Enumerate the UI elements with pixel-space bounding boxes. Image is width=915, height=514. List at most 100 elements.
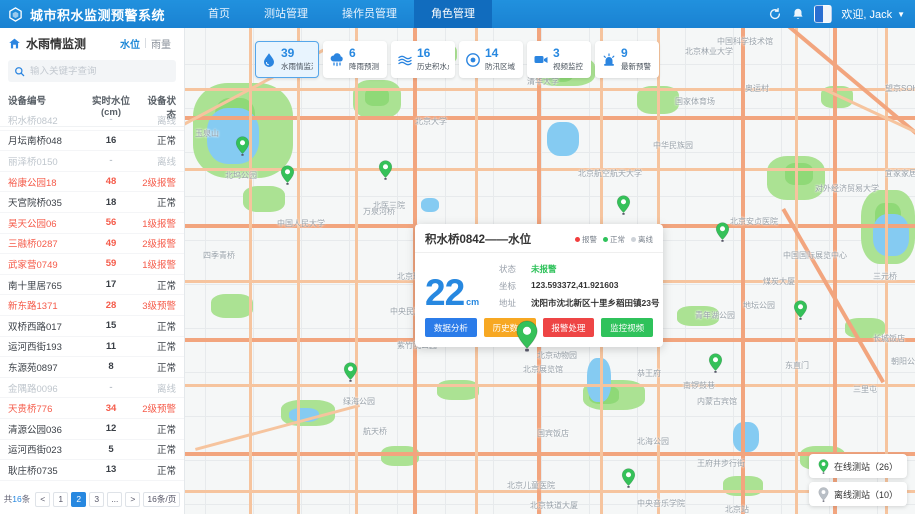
legend-row-label: 离线测站（10）	[834, 488, 898, 501]
station-marker[interactable]	[235, 136, 250, 156]
nav-item-角色管理[interactable]: 角色管理	[414, 0, 492, 28]
map-label: 青年湖公园	[695, 310, 735, 321]
station-marker[interactable]	[616, 195, 631, 215]
chevron-down-icon[interactable]: ▼	[897, 10, 905, 19]
popup-button-报警处理[interactable]: 报警处理	[543, 318, 595, 337]
map-label: 煤炭大厦	[763, 276, 795, 287]
map-label: 航天桥	[363, 426, 387, 437]
station-marker[interactable]	[280, 165, 295, 185]
station-marker[interactable]	[515, 320, 539, 352]
popup-field-坐标: 坐标123.593372,41.921603	[499, 280, 659, 292]
page-size-select[interactable]: 16条/页	[143, 492, 180, 507]
device-name: 天贵桥776	[8, 401, 82, 415]
station-marker[interactable]	[715, 222, 730, 242]
main-nav: 首页测站管理操作员管理角色管理	[191, 0, 492, 28]
water-drop-icon	[261, 52, 277, 68]
map-label: 北京动物园	[537, 350, 577, 361]
table-row[interactable]: 南十里居76517正常	[0, 275, 184, 296]
table-row[interactable]: 武家营0749591级报警	[0, 254, 184, 275]
refresh-icon[interactable]	[768, 7, 782, 21]
field-value: 沈阳市沈北新区十里乡稻田镇23号	[531, 297, 659, 309]
table-row[interactable]: 耿庄桥073513正常	[0, 460, 184, 481]
page-button-2[interactable]: 2	[71, 492, 86, 507]
nav-item-测站管理[interactable]: 测站管理	[247, 0, 325, 28]
sidebar-tabs: 水位 雨量	[115, 36, 176, 51]
stat-value: 16	[417, 47, 449, 61]
device-value: 15	[82, 320, 140, 331]
bell-icon[interactable]	[791, 7, 805, 21]
station-marker[interactable]	[343, 362, 358, 382]
table-row[interactable]: 月坛南桥04816正常	[0, 131, 184, 152]
table-row[interactable]: 裕康公园18482级报警	[0, 172, 184, 193]
stat-card-最新预警[interactable]: 9最新预警	[595, 41, 659, 78]
table-row[interactable]: 三融桥0287492级报警	[0, 234, 184, 255]
user-avatar[interactable]	[814, 5, 832, 23]
nav-item-首页[interactable]: 首页	[191, 0, 247, 28]
table-row[interactable]: 天贵桥776342级预警	[0, 398, 184, 419]
app-logo-icon	[8, 7, 23, 22]
next-page-button[interactable]: >	[125, 492, 140, 507]
stat-texts: 3视频监控	[553, 47, 583, 72]
field-value: 未报警	[531, 263, 557, 275]
table-row[interactable]: 新东路1371283级预警	[0, 295, 184, 316]
map-road	[741, 28, 745, 514]
table-row[interactable]: 昊天公园06561级报警	[0, 213, 184, 234]
legend-row-离线测站（10）[interactable]: 离线测站（10）	[809, 482, 907, 506]
page-button-1[interactable]: 1	[53, 492, 68, 507]
station-marker[interactable]	[621, 468, 636, 488]
device-value: 56	[82, 217, 140, 228]
stat-card-视频监控[interactable]: 3视频监控	[527, 41, 591, 78]
popup-fields: 状态未报警坐标123.593372,41.921603地址沈阳市沈北新区十里乡稻…	[499, 261, 659, 309]
device-status: 3级预警	[140, 298, 176, 312]
nav-item-操作员管理[interactable]: 操作员管理	[325, 0, 414, 28]
map-label: 中国人民大学	[277, 218, 325, 229]
table-row[interactable]: 清源公园03612正常	[0, 419, 184, 440]
stat-card-水雨情监测[interactable]: 39水雨情监测	[255, 41, 319, 78]
topbar-right: 欢迎, Jack ▼	[768, 5, 905, 23]
popup-button-数据分析[interactable]: 数据分析	[425, 318, 477, 337]
station-marker[interactable]	[708, 353, 723, 373]
map-label: 地坛公园	[743, 300, 775, 311]
stat-card-历史积水点[interactable]: 16历史积水点	[391, 41, 455, 78]
device-value: 17	[82, 279, 140, 290]
prev-page-button[interactable]: <	[35, 492, 50, 507]
map-label: 东直门	[785, 360, 809, 371]
map-label: 四季青桥	[203, 250, 235, 261]
legend-row-在线测站（26）[interactable]: 在线测站（26）	[809, 454, 907, 478]
device-status: 1级报警	[140, 216, 176, 230]
table-row[interactable]: 丽泽桥0150-离线	[0, 151, 184, 172]
page-ellipsis[interactable]: ...	[107, 492, 122, 507]
tab-rainfall[interactable]: 雨量	[146, 36, 176, 51]
device-status: 正常	[140, 133, 176, 147]
popup-field-地址: 地址沈阳市沈北新区十里乡稻田镇23号	[499, 297, 659, 309]
device-status: 正常	[140, 319, 176, 333]
device-status: 正常	[140, 463, 176, 477]
stat-card-降雨预测[interactable]: 6降雨预测	[323, 41, 387, 78]
tab-water-level[interactable]: 水位	[115, 36, 145, 51]
stats-bar: 39水雨情监测 6降雨预测16历史积水点 14防汛区域 3视频监控 9最新预警	[255, 41, 659, 78]
page-button-3[interactable]: 3	[89, 492, 104, 507]
table-row[interactable]: 双桥西路01715正常	[0, 316, 184, 337]
popup-button-监控视频[interactable]: 监控视频	[601, 318, 653, 337]
legend-dot	[575, 237, 580, 242]
table-row[interactable]: 天宫院桥03518正常	[0, 192, 184, 213]
map-park	[211, 294, 253, 318]
table-row[interactable]: 东源苑08978正常	[0, 357, 184, 378]
stat-texts: 39水雨情监测	[281, 47, 313, 72]
station-marker[interactable]	[793, 300, 808, 320]
legend-label: 报警	[582, 234, 597, 245]
table-row[interactable]: 运河西街0235正常	[0, 440, 184, 461]
stat-texts: 14防汛区域	[485, 47, 515, 72]
table-row[interactable]: 积水桥0842-离线	[0, 110, 184, 131]
pagination: 共16条 < 123 ... > 16条/页	[0, 484, 184, 514]
flood-pin-icon	[465, 52, 481, 68]
table-row[interactable]: 运河西街19311正常	[0, 337, 184, 358]
device-value: 34	[82, 403, 140, 414]
welcome-text[interactable]: 欢迎, Jack	[841, 6, 892, 22]
map-label: 北京安贞医院	[730, 216, 778, 227]
map-canvas[interactable]: 玉泉山北坞公园清华大学北京大学北京林业大学中国科学技术馆奥运村国家体育场望京SO…	[185, 28, 915, 514]
station-marker[interactable]	[378, 160, 393, 180]
stat-card-防汛区域[interactable]: 14防汛区域	[459, 41, 523, 78]
search-input[interactable]	[30, 66, 170, 77]
table-row[interactable]: 金隅路0096-离线	[0, 378, 184, 399]
